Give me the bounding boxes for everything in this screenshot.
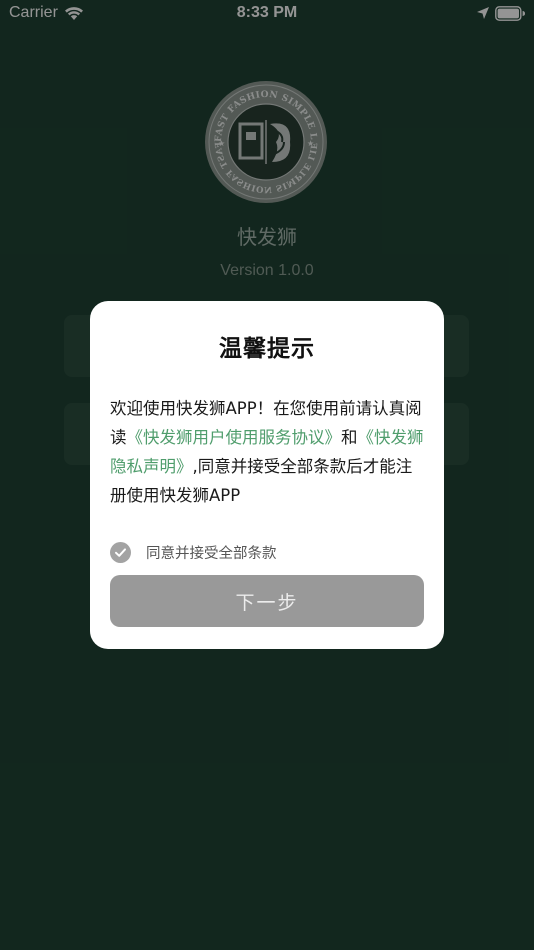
terms-dialog: 温馨提示 欢迎使用快发狮APP！在您使用前请认真阅读《快发狮用户使用服务协议》和… bbox=[90, 301, 444, 649]
agree-label: 同意并接受全部条款 bbox=[146, 545, 277, 562]
next-step-button[interactable]: 下一步 bbox=[110, 575, 424, 627]
checkmark-icon bbox=[115, 547, 126, 557]
agree-checkbox-row[interactable]: 同意并接受全部条款 bbox=[110, 541, 410, 563]
body-and: 和 bbox=[341, 428, 358, 447]
dialog-body: 欢迎使用快发狮APP！在您使用前请认真阅读《快发狮用户使用服务协议》和《快发狮隐… bbox=[110, 394, 428, 510]
service-agreement-link[interactable]: 《快发狮用户使用服务协议》 bbox=[127, 428, 342, 447]
agree-checkbox[interactable] bbox=[110, 541, 131, 563]
dialog-title: 温馨提示 bbox=[219, 336, 315, 362]
